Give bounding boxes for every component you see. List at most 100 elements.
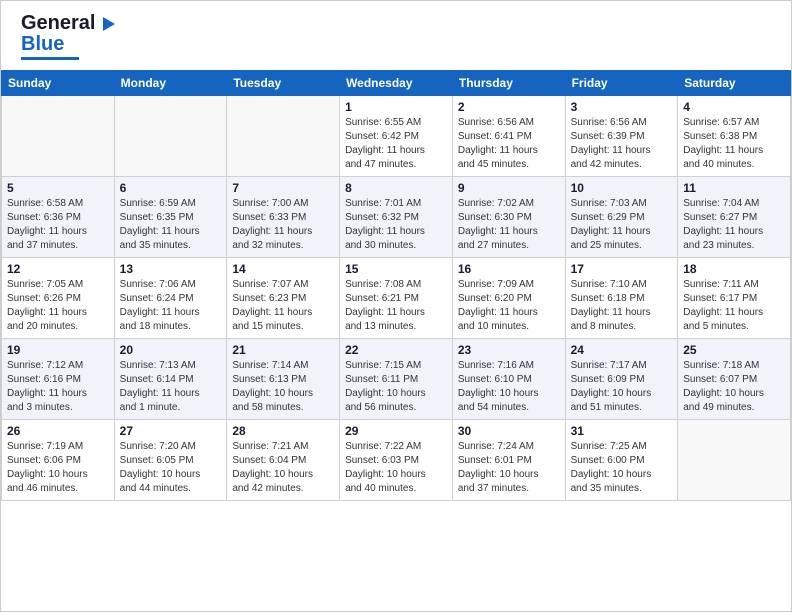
- logo: General Blue: [21, 13, 115, 60]
- day-number: 19: [7, 343, 109, 357]
- day-number: 17: [571, 262, 673, 276]
- day-number: 3: [571, 100, 673, 114]
- calendar-cell: 10 Sunrise: 7:03 AM Sunset: 6:29 PM Dayli…: [565, 177, 678, 258]
- day-info: Sunrise: 6:56 AM Sunset: 6:41 PM Dayligh…: [458, 116, 560, 172]
- day-info: Sunrise: 7:08 AM Sunset: 6:21 PM Dayligh…: [345, 278, 447, 334]
- calendar-cell: 24 Sunrise: 7:17 AM Sunset: 6:09 PM Dayli…: [565, 339, 678, 420]
- calendar-cell: 29 Sunrise: 7:22 AM Sunset: 6:03 PM Dayli…: [340, 420, 453, 501]
- day-number: 9: [458, 181, 560, 195]
- day-info: Sunrise: 7:02 AM Sunset: 6:30 PM Dayligh…: [458, 197, 560, 253]
- day-info: Sunrise: 7:17 AM Sunset: 6:09 PM Dayligh…: [571, 359, 673, 415]
- calendar-cell: 11 Sunrise: 7:04 AM Sunset: 6:27 PM Dayli…: [678, 177, 791, 258]
- day-info: Sunrise: 7:13 AM Sunset: 6:14 PM Dayligh…: [120, 359, 222, 415]
- calendar-cell: 5 Sunrise: 6:58 AM Sunset: 6:36 PM Daylig…: [2, 177, 115, 258]
- day-number: 11: [683, 181, 785, 195]
- calendar-cell: 12 Sunrise: 7:05 AM Sunset: 6:26 PM Dayli…: [2, 258, 115, 339]
- day-info: Sunrise: 7:05 AM Sunset: 6:26 PM Dayligh…: [7, 278, 109, 334]
- page-header: General Blue: [1, 1, 791, 64]
- calendar-cell: 20 Sunrise: 7:13 AM Sunset: 6:14 PM Dayli…: [114, 339, 227, 420]
- logo-text-blue: Blue: [21, 34, 64, 54]
- calendar-cell: 6 Sunrise: 6:59 AM Sunset: 6:35 PM Daylig…: [114, 177, 227, 258]
- calendar-page: General Blue SundayMondayTuesdayWednesda…: [0, 0, 792, 612]
- calendar-cell: 27 Sunrise: 7:20 AM Sunset: 6:05 PM Dayli…: [114, 420, 227, 501]
- calendar-cell: 1Sunrise: 6:55 AM Sunset: 6:42 PM Daylig…: [340, 96, 453, 177]
- day-number: 13: [120, 262, 222, 276]
- calendar-cell: 7 Sunrise: 7:00 AM Sunset: 6:33 PM Daylig…: [227, 177, 340, 258]
- calendar-cell: 31Sunrise: 7:25 AM Sunset: 6:00 PM Dayli…: [565, 420, 678, 501]
- day-number: 25: [683, 343, 785, 357]
- day-number: 5: [7, 181, 109, 195]
- logo-arrow-icon: [103, 17, 115, 31]
- day-info: Sunrise: 7:03 AM Sunset: 6:29 PM Dayligh…: [571, 197, 673, 253]
- calendar-cell: 14Sunrise: 7:07 AM Sunset: 6:23 PM Dayli…: [227, 258, 340, 339]
- day-number: 21: [232, 343, 334, 357]
- weekday-header-friday: Friday: [565, 71, 678, 96]
- calendar-cell: 21 Sunrise: 7:14 AM Sunset: 6:13 PM Dayli…: [227, 339, 340, 420]
- day-number: 31: [571, 424, 673, 438]
- day-info: Sunrise: 7:12 AM Sunset: 6:16 PM Dayligh…: [7, 359, 109, 415]
- calendar-cell: 22Sunrise: 7:15 AM Sunset: 6:11 PM Dayli…: [340, 339, 453, 420]
- calendar-cell: 3 Sunrise: 6:56 AM Sunset: 6:39 PM Daylig…: [565, 96, 678, 177]
- day-number: 24: [571, 343, 673, 357]
- day-info: Sunrise: 7:19 AM Sunset: 6:06 PM Dayligh…: [7, 440, 109, 496]
- day-number: 18: [683, 262, 785, 276]
- day-info: Sunrise: 7:24 AM Sunset: 6:01 PM Dayligh…: [458, 440, 560, 496]
- calendar-week-row: 12 Sunrise: 7:05 AM Sunset: 6:26 PM Dayli…: [2, 258, 791, 339]
- day-info: Sunrise: 6:56 AM Sunset: 6:39 PM Dayligh…: [571, 116, 673, 172]
- calendar-cell: 8Sunrise: 7:01 AM Sunset: 6:32 PM Daylig…: [340, 177, 453, 258]
- calendar-cell: [678, 420, 791, 501]
- calendar-cell: 4Sunrise: 6:57 AM Sunset: 6:38 PM Daylig…: [678, 96, 791, 177]
- day-info: Sunrise: 7:22 AM Sunset: 6:03 PM Dayligh…: [345, 440, 447, 496]
- day-info: Sunrise: 7:21 AM Sunset: 6:04 PM Dayligh…: [232, 440, 334, 496]
- day-info: Sunrise: 6:58 AM Sunset: 6:36 PM Dayligh…: [7, 197, 109, 253]
- calendar-week-row: 26 Sunrise: 7:19 AM Sunset: 6:06 PM Dayli…: [2, 420, 791, 501]
- calendar-cell: 17 Sunrise: 7:10 AM Sunset: 6:18 PM Dayli…: [565, 258, 678, 339]
- day-info: Sunrise: 7:18 AM Sunset: 6:07 PM Dayligh…: [683, 359, 785, 415]
- day-info: Sunrise: 7:09 AM Sunset: 6:20 PM Dayligh…: [458, 278, 560, 334]
- day-info: Sunrise: 6:59 AM Sunset: 6:35 PM Dayligh…: [120, 197, 222, 253]
- calendar-cell: 13 Sunrise: 7:06 AM Sunset: 6:24 PM Dayli…: [114, 258, 227, 339]
- day-number: 1: [345, 100, 447, 114]
- weekday-header-sunday: Sunday: [2, 71, 115, 96]
- day-number: 27: [120, 424, 222, 438]
- weekday-header-wednesday: Wednesday: [340, 71, 453, 96]
- day-info: Sunrise: 7:11 AM Sunset: 6:17 PM Dayligh…: [683, 278, 785, 334]
- day-number: 26: [7, 424, 109, 438]
- day-info: Sunrise: 7:20 AM Sunset: 6:05 PM Dayligh…: [120, 440, 222, 496]
- calendar-cell: [2, 96, 115, 177]
- day-number: 20: [120, 343, 222, 357]
- day-info: Sunrise: 7:16 AM Sunset: 6:10 PM Dayligh…: [458, 359, 560, 415]
- calendar-cell: 23 Sunrise: 7:16 AM Sunset: 6:10 PM Dayli…: [452, 339, 565, 420]
- calendar-cell: [114, 96, 227, 177]
- calendar-cell: 25 Sunrise: 7:18 AM Sunset: 6:07 PM Dayli…: [678, 339, 791, 420]
- day-number: 12: [7, 262, 109, 276]
- day-number: 30: [458, 424, 560, 438]
- day-info: Sunrise: 7:10 AM Sunset: 6:18 PM Dayligh…: [571, 278, 673, 334]
- weekday-header-thursday: Thursday: [452, 71, 565, 96]
- day-info: Sunrise: 7:04 AM Sunset: 6:27 PM Dayligh…: [683, 197, 785, 253]
- day-number: 14: [232, 262, 334, 276]
- weekday-header-row: SundayMondayTuesdayWednesdayThursdayFrid…: [2, 71, 791, 96]
- calendar-cell: 9 Sunrise: 7:02 AM Sunset: 6:30 PM Daylig…: [452, 177, 565, 258]
- calendar-table: SundayMondayTuesdayWednesdayThursdayFrid…: [1, 70, 791, 501]
- calendar-cell: 26 Sunrise: 7:19 AM Sunset: 6:06 PM Dayli…: [2, 420, 115, 501]
- day-info: Sunrise: 7:00 AM Sunset: 6:33 PM Dayligh…: [232, 197, 334, 253]
- day-number: 10: [571, 181, 673, 195]
- logo-underline: [21, 57, 79, 60]
- day-number: 23: [458, 343, 560, 357]
- weekday-header-saturday: Saturday: [678, 71, 791, 96]
- calendar-week-row: 5 Sunrise: 6:58 AM Sunset: 6:36 PM Daylig…: [2, 177, 791, 258]
- day-number: 15: [345, 262, 447, 276]
- day-info: Sunrise: 7:14 AM Sunset: 6:13 PM Dayligh…: [232, 359, 334, 415]
- calendar-cell: 19 Sunrise: 7:12 AM Sunset: 6:16 PM Dayli…: [2, 339, 115, 420]
- day-info: Sunrise: 7:06 AM Sunset: 6:24 PM Dayligh…: [120, 278, 222, 334]
- day-number: 7: [232, 181, 334, 195]
- calendar-week-row: 19 Sunrise: 7:12 AM Sunset: 6:16 PM Dayli…: [2, 339, 791, 420]
- day-number: 29: [345, 424, 447, 438]
- day-info: Sunrise: 6:57 AM Sunset: 6:38 PM Dayligh…: [683, 116, 785, 172]
- weekday-header-tuesday: Tuesday: [227, 71, 340, 96]
- calendar-cell: [227, 96, 340, 177]
- day-number: 6: [120, 181, 222, 195]
- calendar-cell: 2Sunrise: 6:56 AM Sunset: 6:41 PM Daylig…: [452, 96, 565, 177]
- calendar-cell: 18 Sunrise: 7:11 AM Sunset: 6:17 PM Dayli…: [678, 258, 791, 339]
